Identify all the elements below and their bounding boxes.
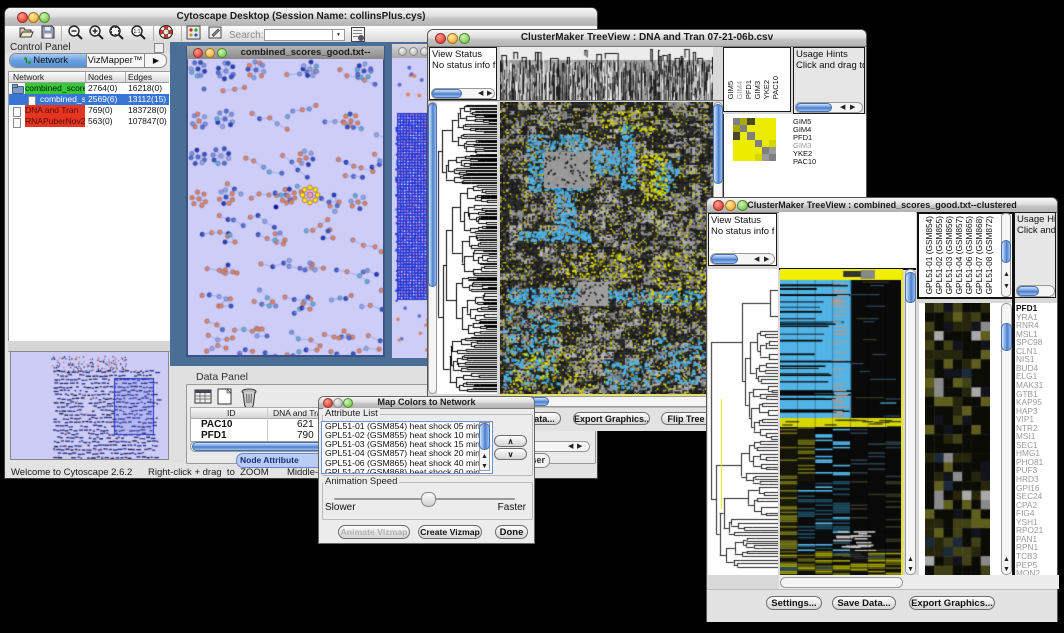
svg-text:1:1: 1:1: [134, 29, 141, 35]
svg-text:Search:: Search:: [229, 30, 263, 41]
